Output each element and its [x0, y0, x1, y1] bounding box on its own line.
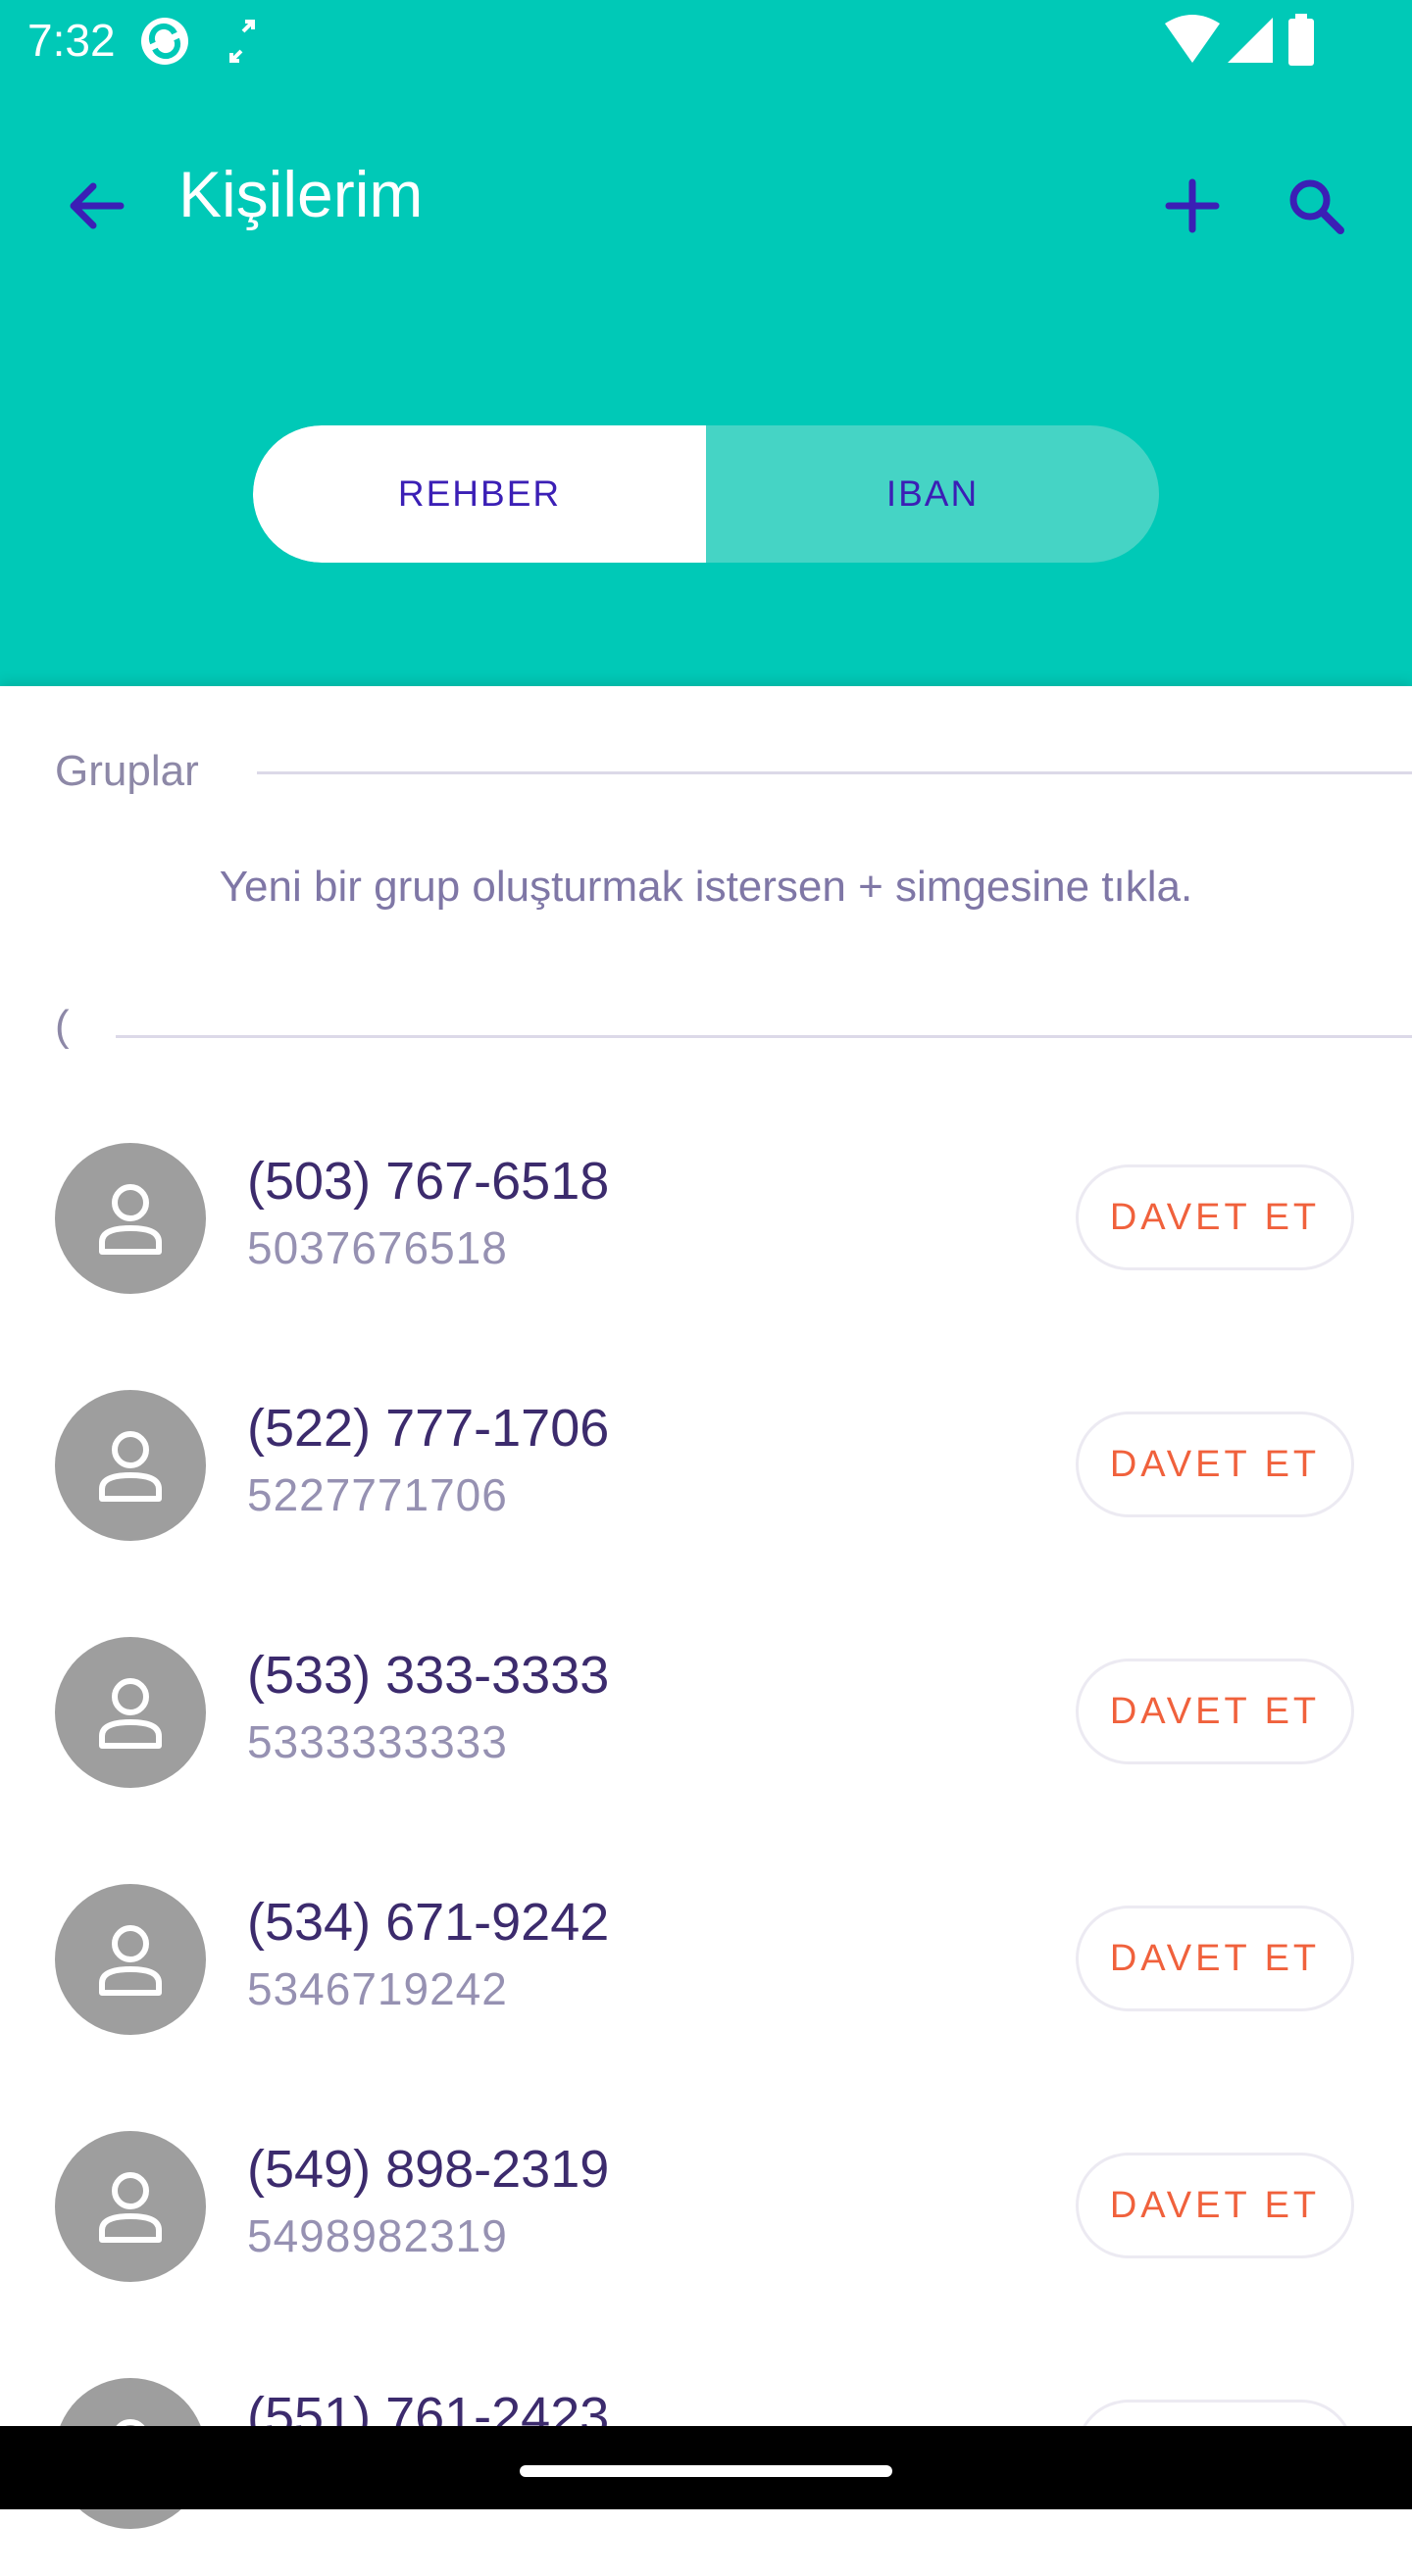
- groups-divider: [257, 771, 1412, 774]
- person-icon: [99, 2172, 162, 2243]
- page-title: Kişilerim: [178, 158, 424, 230]
- invite-button[interactable]: DAVET ET: [1076, 1164, 1354, 1270]
- person-icon: [99, 1184, 162, 1255]
- add-button[interactable]: [1143, 157, 1241, 255]
- expand-arrows-icon: [227, 14, 257, 74]
- arrow-left-icon: [70, 182, 125, 229]
- status-bar: 7:32: [0, 0, 1412, 82]
- person-icon: [99, 1678, 162, 1749]
- invite-button[interactable]: DAVET ET: [1076, 1412, 1354, 1517]
- avatar: [55, 1390, 206, 1541]
- tab-rehber[interactable]: REHBER: [253, 425, 706, 563]
- contacts-content: Gruplar Yeni bir grup oluşturmak isterse…: [0, 686, 1412, 2529]
- status-time: 7:32: [27, 15, 116, 66]
- contact-name: (534) 671-9242: [247, 1893, 610, 1952]
- groups-empty-hint: Yeni bir grup oluşturmak istersen + simg…: [219, 863, 1193, 911]
- contact-row[interactable]: (534) 671-9242 5346719242 DAVET ET: [0, 1835, 1412, 2082]
- invite-button[interactable]: DAVET ET: [1076, 1659, 1354, 1764]
- contact-name: (549) 898-2319: [247, 2140, 610, 2199]
- contact-phone: 5227771706: [247, 1469, 508, 1520]
- contact-phone: 5037676518: [247, 1222, 508, 1273]
- person-icon: [99, 1925, 162, 1996]
- avatar: [55, 2131, 206, 2282]
- tab-iban[interactable]: IBAN: [706, 425, 1159, 563]
- person-icon: [99, 1431, 162, 1502]
- contact-source-tabs: REHBER IBAN: [253, 425, 1159, 563]
- search-icon: [1289, 179, 1344, 234]
- battery-icon: [1286, 14, 1316, 74]
- avatar: [55, 1884, 206, 2035]
- invite-button[interactable]: DAVET ET: [1076, 2153, 1354, 2258]
- search-button[interactable]: [1267, 157, 1365, 255]
- invite-button[interactable]: DAVET ET: [1076, 1906, 1354, 2011]
- contact-row[interactable]: (533) 333-3333 5333333333 DAVET ET: [0, 1588, 1412, 1835]
- contact-row[interactable]: (522) 777-1706 5227771706 DAVET ET: [0, 1341, 1412, 1588]
- contacts-divider: [116, 1035, 1412, 1038]
- system-nav-bar: [0, 2426, 1412, 2509]
- avatar: [55, 1637, 206, 1788]
- contact-phone: 5346719242: [247, 1963, 508, 2014]
- contact-row[interactable]: (549) 898-2319 5498982319 DAVET ET: [0, 2082, 1412, 2329]
- plus-icon: [1165, 178, 1220, 233]
- contacts-section-label: (: [55, 1002, 70, 1050]
- sync-app-icon: [137, 14, 192, 74]
- app-header: 7:32 Kişilerim REHBER IBAN: [0, 0, 1412, 686]
- wifi-icon: [1163, 14, 1222, 70]
- contact-name: (533) 333-3333: [247, 1646, 610, 1705]
- contact-name: (503) 767-6518: [247, 1152, 610, 1211]
- groups-section-label: Gruplar: [55, 747, 199, 795]
- contact-name: (522) 777-1706: [247, 1399, 610, 1458]
- signal-icon: [1226, 14, 1277, 70]
- avatar: [55, 1143, 206, 1294]
- contact-phone: 5333333333: [247, 1716, 508, 1767]
- back-button[interactable]: [47, 157, 145, 255]
- contact-phone: 5498982319: [247, 2210, 508, 2261]
- home-gesture-handle[interactable]: [520, 2465, 892, 2477]
- contact-row[interactable]: (503) 767-6518 5037676518 DAVET ET: [0, 1094, 1412, 1341]
